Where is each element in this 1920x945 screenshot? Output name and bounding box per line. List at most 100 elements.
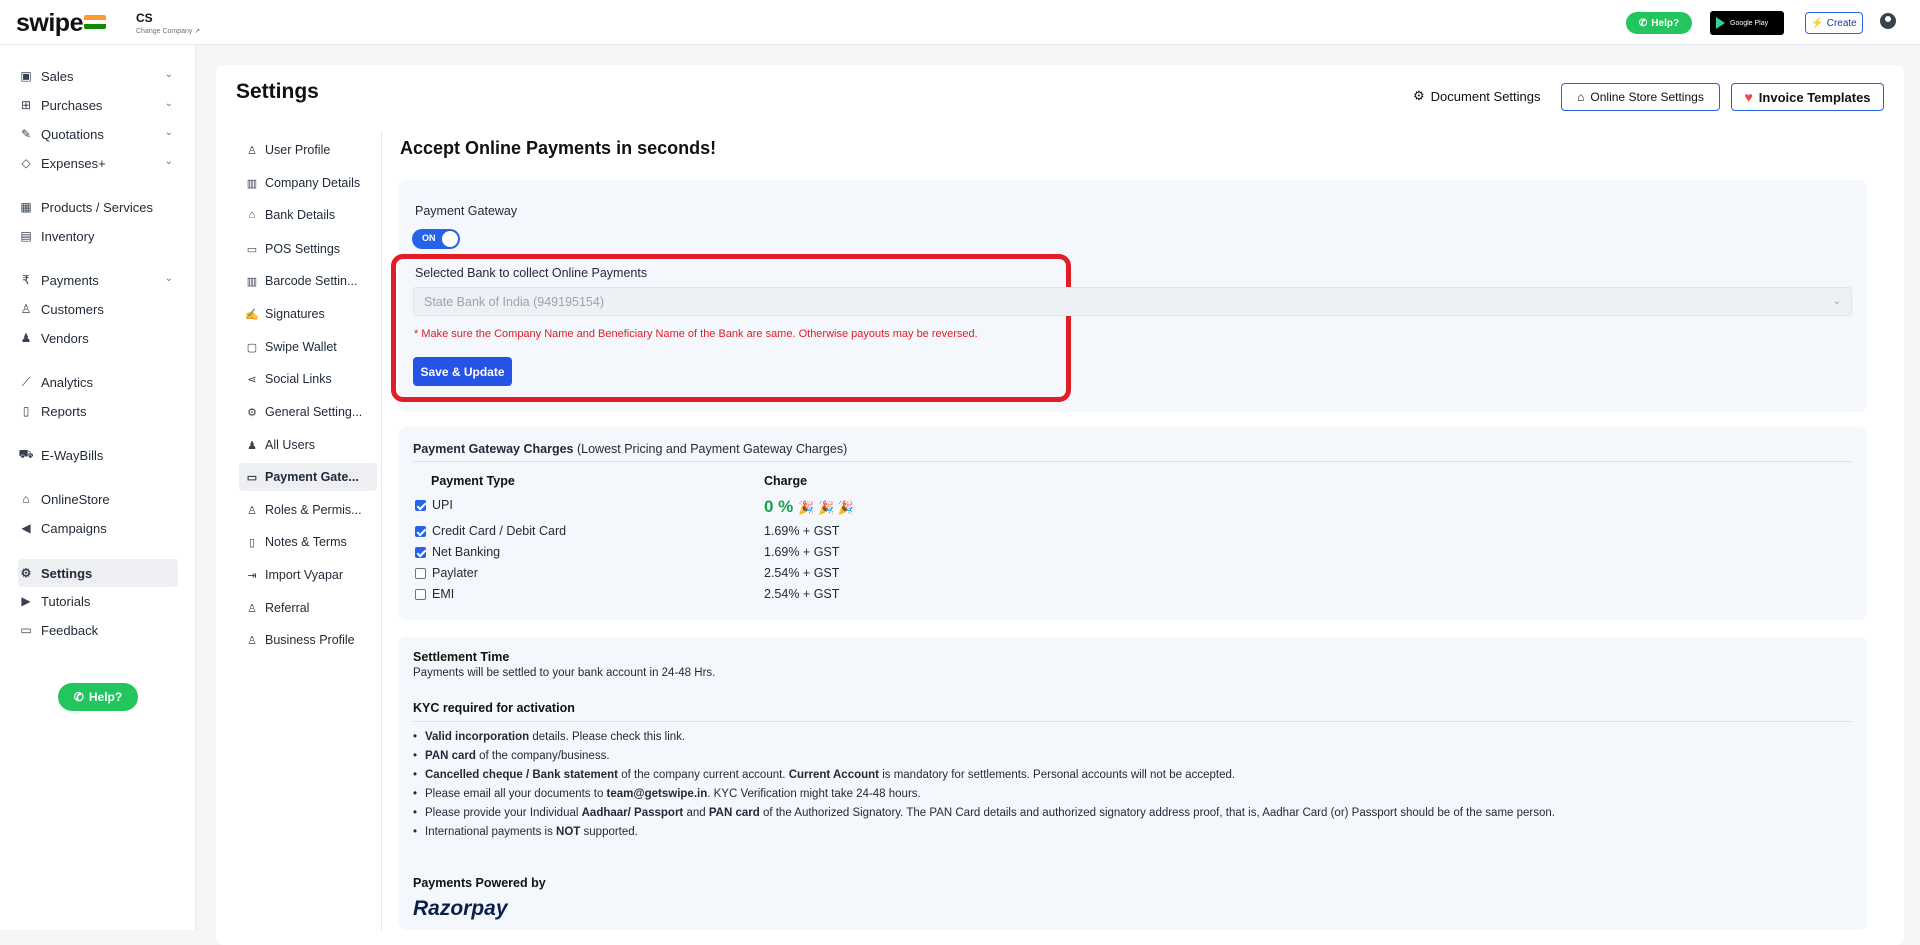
google-play-icon: [1716, 17, 1725, 29]
subnav-user-profile[interactable]: ♙ User Profile: [239, 137, 377, 163]
youtube-icon: ▶: [21, 594, 31, 608]
sidebar-item-vendors[interactable]: ♟ Vendors: [18, 327, 178, 349]
payment-gateway-toggle[interactable]: ON: [412, 229, 460, 249]
sidebar-item-tutorials[interactable]: ▶ Tutorials: [18, 590, 178, 612]
pencil-icon: ✎: [20, 127, 32, 141]
sidebar-item-quotations[interactable]: ✎ Quotations ⌄: [18, 123, 178, 145]
sales-icon: ▣: [20, 69, 32, 83]
paylater-checkbox[interactable]: [415, 567, 426, 579]
subnav-all-users[interactable]: ♟ All Users: [239, 432, 377, 458]
upi-charge: 0 % 🎉 🎉 🎉: [764, 497, 855, 516]
sidebar-item-sales[interactable]: ▣ Sales ⌄: [18, 65, 178, 87]
kyc-item: International payments is NOT supported.: [413, 826, 1853, 845]
sidebar-help-button[interactable]: ✆ Help?: [58, 683, 138, 711]
top-bar: swipe CS Change Company ↗ ✆ Help? Google…: [0, 0, 1920, 45]
sidebar-item-payments[interactable]: ₹ Payments ⌄: [18, 269, 178, 291]
subnav-notes-terms[interactable]: ▯ Notes & Terms: [239, 529, 377, 555]
card-row[interactable]: Credit Card / Debit Card: [415, 524, 566, 538]
google-play-badge[interactable]: Google Play: [1710, 11, 1784, 35]
card-checkbox[interactable]: [415, 525, 426, 537]
netbanking-checkbox[interactable]: [415, 546, 426, 558]
chevron-down-icon: ⌄: [1832, 296, 1841, 307]
building-icon: ▥: [246, 177, 258, 190]
inventory-icon: ▤: [20, 229, 32, 243]
sidebar-item-customers[interactable]: ♙ Customers: [18, 298, 178, 320]
document-settings-link[interactable]: ⚙ Document Settings: [1413, 88, 1541, 104]
subnav-referral[interactable]: ♙ Referral: [239, 595, 377, 621]
credit-card-icon: ▭: [246, 471, 258, 484]
emi-charge: 2.54% + GST: [764, 587, 840, 601]
store-icon: ⌂: [22, 492, 30, 506]
paylater-row[interactable]: Paylater: [415, 566, 478, 580]
sidebar-item-purchases[interactable]: ⊞ Purchases ⌄: [18, 94, 178, 116]
sidebar-item-onlinestore[interactable]: ⌂ OnlineStore: [18, 488, 178, 510]
online-store-settings-button[interactable]: ⌂ Online Store Settings: [1561, 83, 1720, 111]
help-button[interactable]: ✆ Help?: [1626, 12, 1692, 34]
sidebar-item-campaigns[interactable]: ◀ Campaigns: [18, 517, 178, 539]
kyc-item: Please provide your Individual Aadhaar/ …: [413, 807, 1853, 826]
chevron-down-icon: ⌄: [164, 69, 173, 80]
gear-icon: ⚙: [1413, 88, 1425, 103]
user-icon: ♙: [20, 302, 32, 316]
payment-gateway-label: Payment Gateway: [415, 204, 518, 218]
barcode-icon: ▦: [20, 200, 32, 214]
settlement-text: Payments will be settled to your bank ac…: [413, 667, 716, 679]
save-update-button[interactable]: Save & Update: [413, 357, 512, 386]
sidebar-item-ewaybills[interactable]: ⛟ E-WayBills: [18, 444, 178, 466]
subnav-pos-settings[interactable]: ▭ POS Settings: [239, 236, 377, 262]
subnav-bank-details[interactable]: ⌂ Bank Details: [239, 202, 377, 228]
create-button[interactable]: ⚡ Create: [1805, 12, 1863, 34]
user-account-icon[interactable]: [1880, 13, 1896, 29]
heart-icon: ♥: [1744, 89, 1753, 105]
sidebar-item-expenses[interactable]: ◇ Expenses+ ⌄: [18, 152, 178, 174]
emi-checkbox[interactable]: [415, 588, 426, 600]
upi-checkbox[interactable]: [415, 499, 426, 511]
business-icon: ♙: [247, 634, 257, 647]
signature-icon: ✍: [245, 308, 259, 321]
rupee-icon: ₹: [22, 273, 30, 287]
change-company-link[interactable]: Change Company ↗: [136, 27, 200, 35]
swipe-logo[interactable]: swipe: [16, 9, 83, 38]
card-charge: 1.69% + GST: [764, 524, 840, 538]
sidebar-item-feedback[interactable]: ▭ Feedback: [18, 619, 178, 641]
bank-select[interactable]: State Bank of India (949195154) ⌄: [413, 287, 1852, 316]
sidebar-item-settings[interactable]: ⚙ Settings: [18, 559, 178, 587]
notes-icon: ▯: [248, 536, 256, 549]
subnav-swipe-wallet[interactable]: ▢ Swipe Wallet: [239, 334, 377, 360]
company-switcher[interactable]: CS Change Company ↗: [136, 11, 200, 35]
subnav-roles-permissions[interactable]: ♙ Roles & Permis...: [239, 497, 377, 523]
megaphone-icon: ◀: [21, 521, 31, 535]
sidebar-item-products[interactable]: ▦ Products / Services: [18, 196, 178, 218]
col-payment-type: Payment Type: [431, 474, 515, 488]
bank-icon: ⌂: [248, 209, 256, 221]
kyc-item: Cancelled cheque / Bank statement of the…: [413, 769, 1853, 788]
subnav-barcode-settings[interactable]: ▥ Barcode Settin...: [239, 268, 377, 294]
col-charge: Charge: [764, 474, 808, 488]
paylater-charge: 2.54% + GST: [764, 566, 840, 580]
divider: [413, 721, 1852, 722]
sidebar-item-analytics[interactable]: ⟋ Analytics: [18, 371, 178, 393]
netbanking-row[interactable]: Net Banking: [415, 545, 500, 559]
subnav-import-vyapar[interactable]: ⇥ Import Vyapar: [239, 562, 377, 588]
tag-icon: ◇: [21, 156, 31, 170]
razorpay-logo: Razorpay: [413, 897, 508, 920]
cart-icon: ⊞: [20, 98, 32, 112]
subnav-payment-gateway[interactable]: ▭ Payment Gate...: [239, 463, 377, 491]
users-icon: ♟: [247, 439, 257, 452]
subnav-business-profile[interactable]: ♙ Business Profile: [239, 627, 377, 653]
sidebar-item-reports[interactable]: ▯ Reports: [18, 400, 178, 422]
user-icon: ♙: [247, 144, 257, 157]
subnav-social-links[interactable]: ⋖ Social Links: [239, 366, 377, 392]
netbanking-charge: 1.69% + GST: [764, 545, 840, 559]
subnav-company-details[interactable]: ▥ Company Details: [239, 170, 377, 196]
upi-row[interactable]: UPI: [415, 498, 453, 512]
subnav-signatures[interactable]: ✍ Signatures: [239, 301, 377, 327]
referral-icon: ♙: [247, 602, 257, 615]
sidebar-item-inventory[interactable]: ▤ Inventory: [18, 225, 178, 247]
whatsapp-icon: ✆: [73, 690, 84, 704]
share-icon: ⋖: [247, 373, 257, 386]
invoice-templates-button[interactable]: ♥ Invoice Templates: [1731, 83, 1884, 111]
users-icon: ♟: [20, 331, 32, 345]
emi-row[interactable]: EMI: [415, 587, 454, 601]
subnav-general-settings[interactable]: ⚙ General Setting...: [239, 399, 377, 425]
